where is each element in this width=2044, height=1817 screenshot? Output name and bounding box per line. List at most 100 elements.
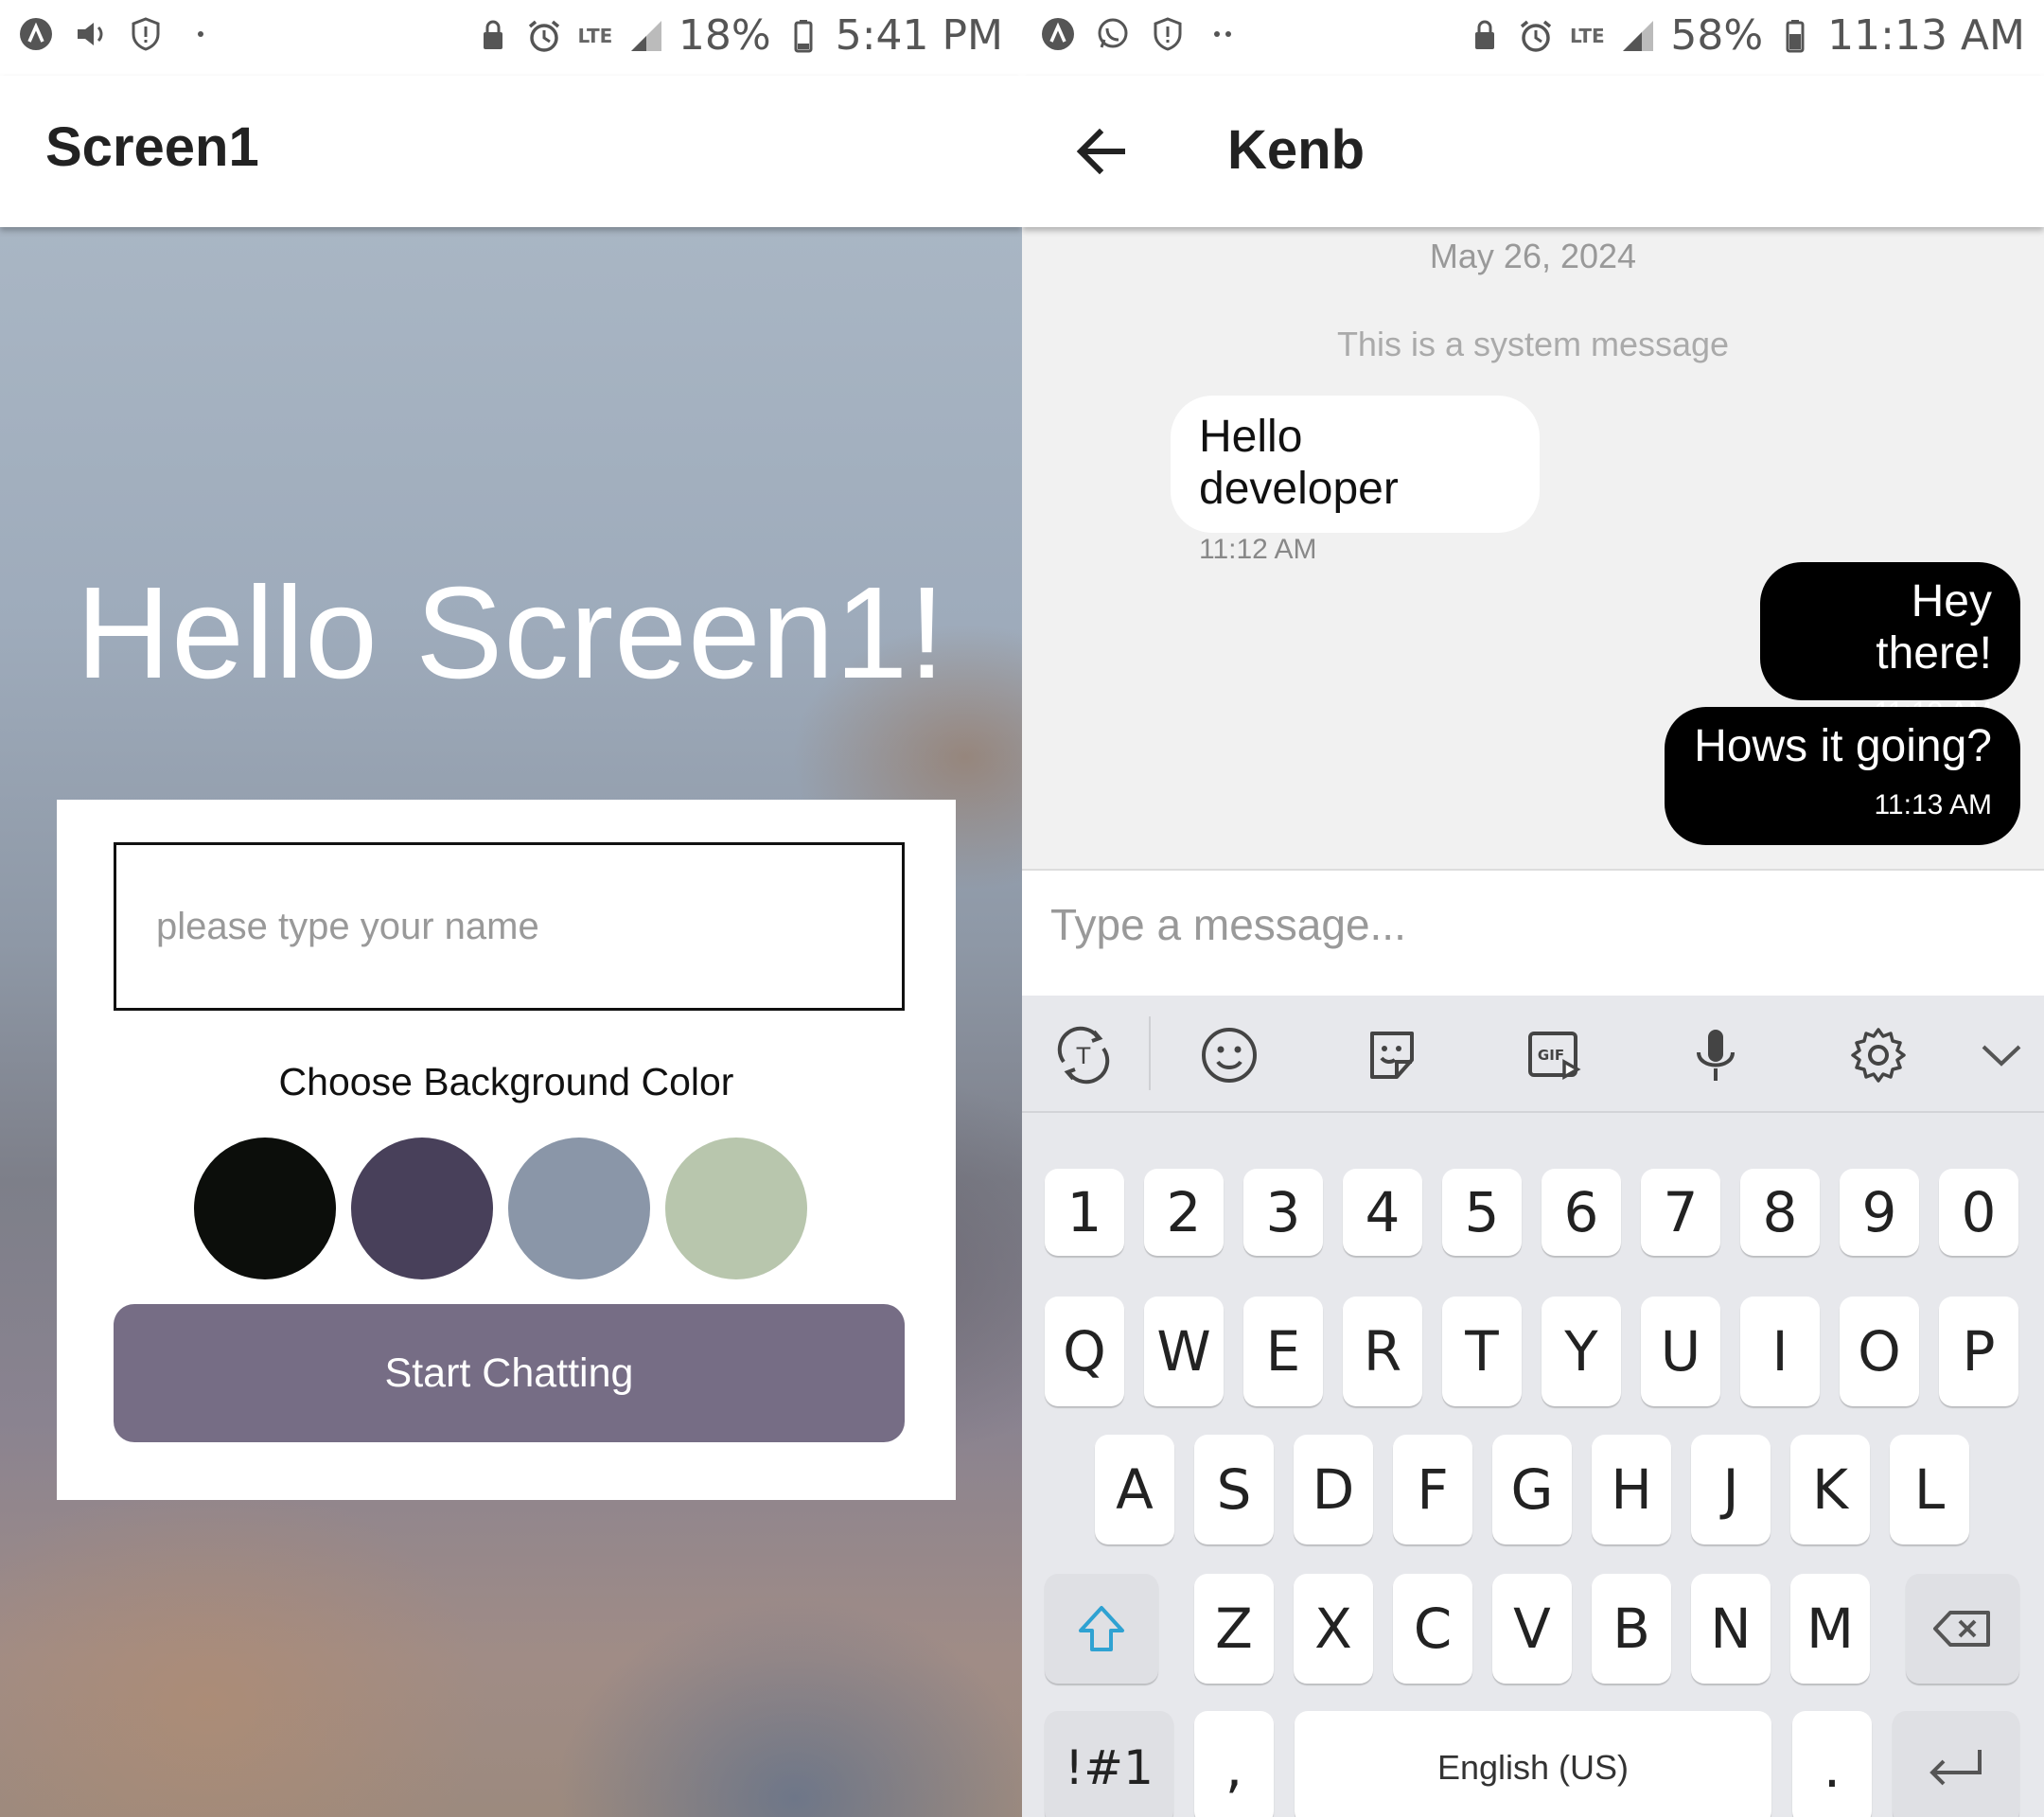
system-message: This is a system message	[1336, 325, 1730, 363]
whatsapp-icon	[1094, 15, 1132, 53]
text-translate-icon[interactable]: T	[1050, 1022, 1117, 1088]
key-c[interactable]: C	[1393, 1574, 1472, 1684]
volume-icon	[72, 15, 110, 53]
key-b[interactable]: B	[1592, 1574, 1671, 1684]
color-swatches	[194, 1138, 807, 1279]
chevron-down-icon[interactable]	[1968, 1022, 2035, 1088]
settings-gear-icon[interactable]	[1845, 1022, 1912, 1088]
message-bubble-incoming[interactable]: Hello developer 11:12 AM	[1171, 396, 1540, 565]
shield-alert-icon	[1149, 15, 1187, 53]
key-w[interactable]: W	[1144, 1297, 1224, 1406]
space-key[interactable]: English (US)	[1295, 1711, 1771, 1817]
key-label: T	[1465, 1319, 1499, 1384]
key-label: I	[1771, 1319, 1788, 1384]
shift-key[interactable]	[1045, 1574, 1158, 1684]
key-x[interactable]: X	[1294, 1574, 1373, 1684]
arrow-left-icon[interactable]	[1071, 121, 1132, 182]
message-composer[interactable]: Type a message...	[1022, 869, 2044, 996]
key-label: 9	[1861, 1180, 1897, 1244]
comma-key[interactable]: ,	[1194, 1711, 1274, 1817]
key-label: M	[1806, 1596, 1855, 1661]
key-label: Y	[1564, 1319, 1598, 1384]
key-label: !#1	[1065, 1740, 1154, 1795]
key-1[interactable]: 1	[1045, 1169, 1124, 1256]
key-e[interactable]: E	[1243, 1297, 1323, 1406]
key-label: N	[1710, 1596, 1752, 1661]
key-r[interactable]: R	[1343, 1297, 1422, 1406]
key-s[interactable]: S	[1194, 1435, 1274, 1544]
app-bar: Kenb	[1022, 76, 2044, 227]
start-chatting-button[interactable]: Start Chatting	[114, 1304, 905, 1442]
backspace-key[interactable]	[1906, 1574, 2019, 1684]
svg-text:GIF: GIF	[1538, 1047, 1564, 1064]
key-label: J	[1722, 1457, 1739, 1522]
message-bubble-outgoing[interactable]: Hows it going? 11:13 AM	[1665, 707, 2020, 845]
key-label: K	[1811, 1457, 1849, 1522]
date-separator: May 26, 2024	[1429, 237, 1637, 275]
name-input[interactable]: please type your name	[114, 842, 905, 1011]
key-f[interactable]: F	[1393, 1435, 1472, 1544]
key-l[interactable]: L	[1890, 1435, 1969, 1544]
key-d[interactable]: D	[1294, 1435, 1373, 1544]
key-3[interactable]: 3	[1243, 1169, 1323, 1256]
key-4[interactable]: 4	[1343, 1169, 1422, 1256]
key-n[interactable]: N	[1691, 1574, 1771, 1684]
screen1-panel: LTE 18% 5:41 PM Screen1 Hello Screen1! p…	[0, 0, 1022, 1817]
message-input[interactable]: Type a message...	[1050, 899, 1406, 950]
key-7[interactable]: 7	[1641, 1169, 1720, 1256]
symbols-key[interactable]: !#1	[1045, 1711, 1173, 1817]
status-bar: LTE 58% 11:13 AM	[1022, 0, 2044, 76]
key-a[interactable]: A	[1095, 1435, 1174, 1544]
message-text: Hey there!	[1876, 576, 1992, 679]
key-6[interactable]: 6	[1542, 1169, 1621, 1256]
color-swatch-purple[interactable]	[351, 1138, 493, 1279]
key-q[interactable]: Q	[1045, 1297, 1124, 1406]
key-8[interactable]: 8	[1740, 1169, 1820, 1256]
key-t[interactable]: T	[1442, 1297, 1522, 1406]
key-label: P	[1962, 1319, 1996, 1384]
key-i[interactable]: I	[1740, 1297, 1820, 1406]
key-g[interactable]: G	[1492, 1435, 1572, 1544]
color-swatch-slate[interactable]	[508, 1138, 650, 1279]
period-key[interactable]: .	[1792, 1711, 1872, 1817]
emoji-icon[interactable]	[1196, 1022, 1262, 1088]
key-m[interactable]: M	[1790, 1574, 1870, 1684]
gif-icon[interactable]: GIF	[1521, 1022, 1587, 1088]
key-y[interactable]: Y	[1542, 1297, 1621, 1406]
color-swatch-sage[interactable]	[665, 1138, 807, 1279]
message-time: 11:12 AM	[1199, 534, 1317, 565]
key-j[interactable]: J	[1691, 1435, 1771, 1544]
key-p[interactable]: P	[1939, 1297, 2018, 1406]
key-label: ,	[1225, 1736, 1243, 1800]
sticker-icon[interactable]	[1359, 1022, 1425, 1088]
key-label: 1	[1066, 1180, 1102, 1244]
battery-percent: 58%	[1670, 11, 1764, 60]
hero-title: Hello Screen1!	[76, 560, 946, 706]
color-swatch-black[interactable]	[194, 1138, 336, 1279]
microphone-icon[interactable]	[1683, 1022, 1749, 1088]
message-text: Hello developer	[1199, 412, 1399, 514]
keyboard-toolbar: T GIF	[1022, 996, 2044, 1113]
key-h[interactable]: H	[1592, 1435, 1671, 1544]
shield-alert-icon	[127, 15, 165, 53]
name-input-placeholder: please type your name	[156, 905, 539, 947]
key-2[interactable]: 2	[1144, 1169, 1224, 1256]
enter-key[interactable]	[1893, 1711, 2019, 1817]
soft-keyboard: T GIF 1234567890QWERTYUIOPASDFGHJKLZXCVB	[1022, 996, 2044, 1817]
alarm-icon	[525, 17, 563, 55]
battery-icon	[784, 17, 822, 55]
enter-icon	[1929, 1750, 1982, 1786]
app-icon	[17, 15, 55, 53]
key-k[interactable]: K	[1790, 1435, 1870, 1544]
key-label: 6	[1563, 1180, 1599, 1244]
key-v[interactable]: V	[1492, 1574, 1572, 1684]
key-z[interactable]: Z	[1194, 1574, 1274, 1684]
key-9[interactable]: 9	[1840, 1169, 1919, 1256]
key-0[interactable]: 0	[1939, 1169, 2018, 1256]
message-bubble-outgoing[interactable]: Hey there! 11:13 AM	[1760, 562, 2020, 728]
message-time: 11:13 AM	[1874, 789, 1992, 820]
battery-icon	[1776, 17, 1814, 55]
key-u[interactable]: U	[1641, 1297, 1720, 1406]
key-o[interactable]: O	[1840, 1297, 1919, 1406]
key-5[interactable]: 5	[1442, 1169, 1522, 1256]
